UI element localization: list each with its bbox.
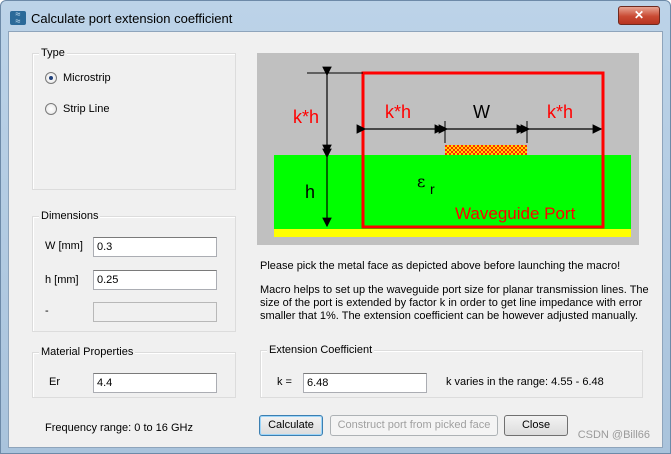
dimensions-group-label: Dimensions [39,210,101,222]
material-group: Material Properties Er [32,346,236,398]
kh-right-text: k*h [547,102,573,122]
w-input[interactable] [93,237,217,257]
dialog-client-area: Type Microstrip Strip Line Dimensions W … [8,31,663,448]
help-line-2: size of the port is extended by factor k… [260,297,643,309]
calculate-button[interactable]: Calculate [259,415,323,436]
ground-plane [274,229,631,237]
epsilon-sub-text: r [430,181,435,197]
er-input[interactable] [93,373,217,393]
help-line-1: Macro helps to set up the waveguide port… [260,284,649,296]
pick-face-instruction: Please pick the metal face as depicted a… [260,260,621,272]
extension-group: Extension Coefficient k = k varies in th… [260,344,643,398]
third-input [93,302,217,322]
radio-stripline-label: Strip Line [63,103,110,115]
waveguide-port-text: Waveguide Port [455,204,576,223]
close-button[interactable]: Close [504,415,568,436]
window-title: Calculate port extension coefficient [31,11,233,26]
help-line-3: smaller that 1%. The extension coefficie… [260,310,638,322]
h-text: h [305,182,315,202]
w-text: W [473,102,490,122]
er-label: Er [49,376,60,388]
radio-microstrip[interactable]: Microstrip [45,72,111,84]
type-group-label: Type [39,47,67,59]
radio-microstrip-indicator[interactable] [45,72,57,84]
third-label: - [45,305,49,317]
dialog-window: ≈ ≈ Calculate port extension coefficient … [0,0,671,454]
kh-mid-text: k*h [385,102,411,122]
k-range-text: k varies in the range: 4.55 - 6.48 [446,376,604,388]
kh-left-text: k*h [293,107,319,127]
dimensions-group: Dimensions W [mm] h [mm] - [32,210,236,332]
extension-group-label: Extension Coefficient [267,344,375,356]
material-group-label: Material Properties [39,346,136,358]
construct-port-button[interactable]: Construct port from picked face [330,415,498,436]
title-bar[interactable]: ≈ ≈ Calculate port extension coefficient … [1,1,670,31]
radio-stripline-indicator[interactable] [45,103,57,115]
h-input[interactable] [93,270,217,290]
k-input[interactable] [303,373,427,393]
microstrip-line [445,145,527,155]
type-group: Type Microstrip Strip Line [32,47,236,190]
window-close-button[interactable]: ✕ [618,6,660,25]
port-diagram: k*h k*h W k*h h ε r Waveguide Port [257,53,639,245]
k-label: k = [277,376,292,388]
w-label: W [mm] [45,240,83,252]
frequency-range-text: Frequency range: 0 to 16 GHz [45,422,193,434]
epsilon-text: ε [417,172,425,191]
radio-microstrip-label: Microstrip [63,72,111,84]
h-label: h [mm] [45,274,79,286]
wave-icon: ≈ ≈ [10,11,26,25]
radio-stripline[interactable]: Strip Line [45,103,109,115]
watermark-text: CSDN @Bill66 [577,429,650,441]
port-diagram-svg: k*h k*h W k*h h ε r Waveguide Port [274,66,631,237]
